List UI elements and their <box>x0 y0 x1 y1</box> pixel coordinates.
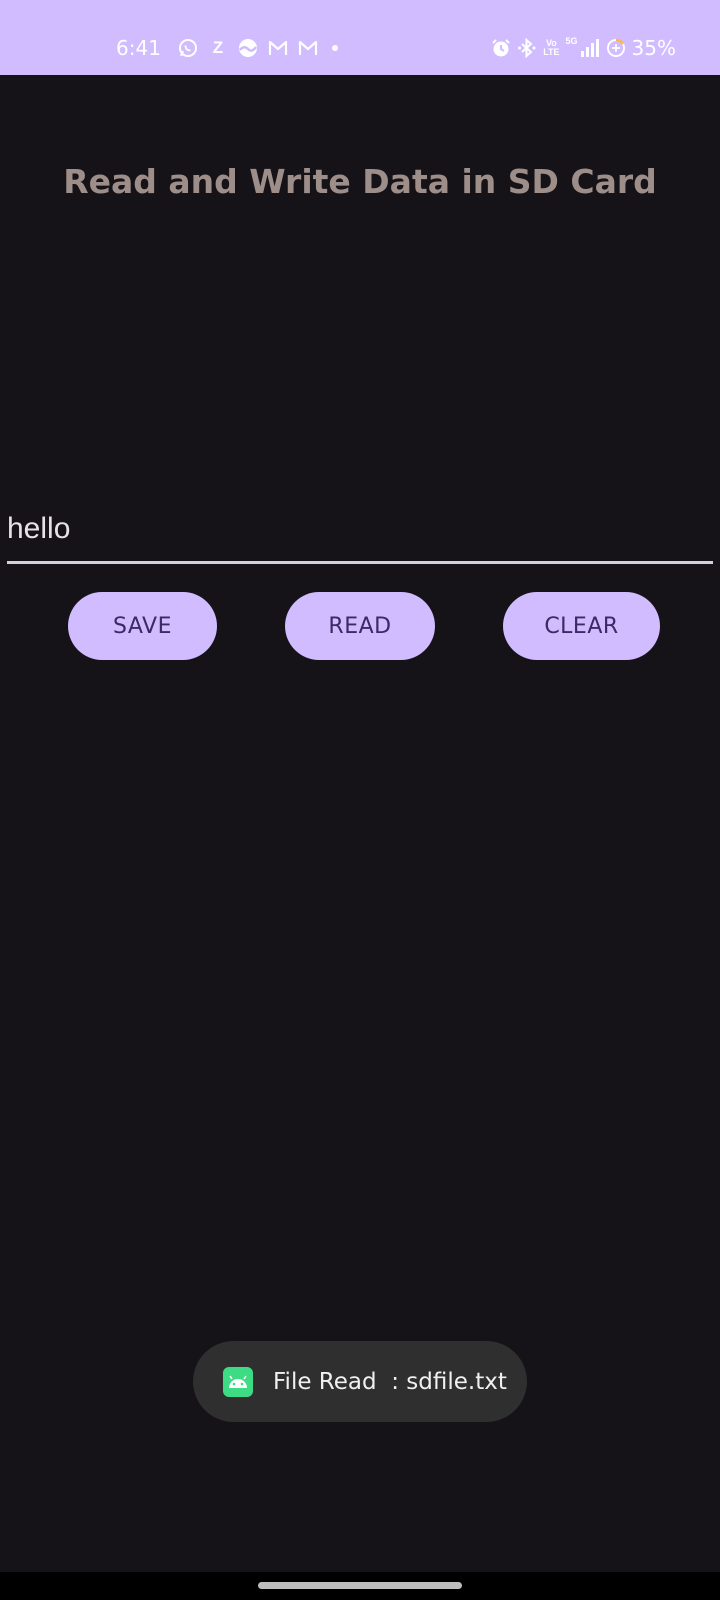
more-dot-icon <box>332 45 338 51</box>
volte-icon: Vo LTE <box>543 38 560 57</box>
save-button[interactable]: SAVE <box>68 592 217 660</box>
android-icon <box>223 1366 253 1397</box>
gmail-icon <box>268 38 288 58</box>
z-icon: Z <box>212 38 224 57</box>
toast: File Read : sdfile.txt <box>193 1341 527 1422</box>
home-gesture-handle[interactable] <box>258 1582 462 1589</box>
weather-icon <box>238 38 258 58</box>
notification-icons: Z <box>178 37 338 59</box>
read-button[interactable]: READ <box>285 592 435 660</box>
system-icons: Vo LTE 5G 35% <box>491 36 676 60</box>
status-bar: 6:41 Z Vo LTE 5G 35% <box>0 0 720 75</box>
alarm-icon <box>491 37 511 59</box>
toast-message: File Read : sdfile.txt <box>273 1368 507 1395</box>
clear-button[interactable]: CLEAR <box>503 592 660 660</box>
text-input-container <box>7 502 713 564</box>
battery-percent: 35% <box>631 36 676 60</box>
text-input[interactable] <box>7 512 707 546</box>
network-5g-label: 5G <box>565 36 578 46</box>
status-time: 6:41 <box>116 36 161 60</box>
gmail-icon <box>298 38 318 58</box>
whatsapp-icon <box>178 38 198 58</box>
battery-saver-icon <box>606 37 626 59</box>
bluetooth-icon <box>517 37 537 59</box>
signal-icon: 5G <box>566 37 600 59</box>
page-title: Read and Write Data in SD Card <box>63 162 657 201</box>
